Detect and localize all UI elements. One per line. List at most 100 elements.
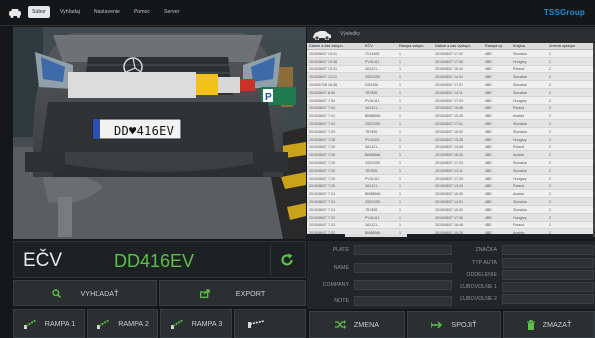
change-button[interactable]: ZMENA <box>309 311 405 338</box>
shuffle-icon <box>334 320 346 329</box>
table-row[interactable]: 2015/08/07 7:34 2S0S3S5 1 2015/08/07 17:01 4… <box>307 120 593 128</box>
table-cell: 2015/08/07 16:48 <box>435 106 463 111</box>
barrier-up-icon <box>170 318 184 329</box>
table-cell: Slovakia <box>513 75 527 80</box>
ramp-1-button[interactable]: RAMPA 1 <box>13 309 85 338</box>
plate-field-label: PLATE <box>332 247 349 253</box>
export-button[interactable]: EXPORT <box>159 280 306 306</box>
table-cell: 2 <box>549 67 551 72</box>
close-all-ramps-button[interactable] <box>234 309 306 338</box>
table-row[interactable]: 2015/08/07 7:23 3A1121... 1 2015/08/07 16:4… <box>307 222 593 230</box>
table-cell: 2015/08/07 7:23 <box>309 215 335 220</box>
table-row[interactable]: 2015/08/07 7:24 BM88566 1 2015/08/07 16:25 4… <box>307 190 593 199</box>
name-field-label: NAME <box>333 265 349 271</box>
menu-item-vyhladaj[interactable]: Vyhľadaj <box>56 6 84 18</box>
search-button[interactable]: VYHĽADAŤ <box>13 280 157 306</box>
change-button-label: ZMENA <box>353 320 380 329</box>
column-header[interactable]: EČV <box>363 43 397 49</box>
ecv-value: DD416EV <box>114 251 195 271</box>
table-cell: 1 <box>399 215 401 220</box>
table-row[interactable]: 2015/08/07 7:26 BM88566 1 2015/08/07 16:25 4… <box>307 151 593 160</box>
column-header[interactable]: Zmena výstupu <box>547 43 593 49</box>
table-cell: 1 <box>399 129 401 134</box>
table-cell: 2 <box>549 160 551 165</box>
name-field[interactable] <box>354 263 452 273</box>
car-type-field[interactable] <box>502 258 594 268</box>
table-cell: DD0336 <box>365 82 379 87</box>
table-row[interactable]: 2015/08/07 7:41 BM88566 1 2015/08/07 10:25 4… <box>307 112 593 121</box>
table-cell: 2S0S3S5 <box>365 199 381 204</box>
barrier-down-icon <box>248 320 265 328</box>
column-header[interactable]: Krajina <box>511 43 547 49</box>
table-cell: PV41411 <box>365 59 380 64</box>
parking-sign: P <box>265 92 272 103</box>
table-row[interactable]: 2015/08/07 7:25 PV41411 1 2015/08/07 17:29 4… <box>307 175 593 183</box>
ramp-2-button[interactable]: RAMPA 2 <box>87 309 158 338</box>
menu-item-pomoc[interactable]: Pomoc <box>130 6 154 18</box>
department-field[interactable] <box>502 270 594 280</box>
scrollbar-thumb[interactable] <box>345 234 407 237</box>
table-cell: 4BE <box>485 98 492 103</box>
table-row[interactable]: 2015/08/07 7:28 PV43401 1 2015/08/07 15:28 4… <box>307 135 593 144</box>
column-header[interactable]: Dátum a čas vstupu <box>307 43 363 49</box>
table-row[interactable]: 2015/08/07 7:24 2S0S3S5 1 2015/08/07 14:01 4… <box>307 198 593 206</box>
table-cell: 4BE <box>485 106 492 111</box>
table-row[interactable]: 2015/08/07 7:25 3A1121... 1 2015/08/07 13:4… <box>307 182 593 191</box>
plate-readout-panel: EČV DD416EV <box>13 241 306 278</box>
column-header[interactable]: Rampa vstupu <box>397 43 433 49</box>
table-cell: 4BE <box>485 90 492 95</box>
column-header[interactable]: Rampa vý. <box>483 43 511 49</box>
table-cell: 1 <box>399 67 401 72</box>
company-field[interactable] <box>354 280 452 290</box>
table-row[interactable]: 2015/08/07 7:25 7B7895 1 2015/08/07 14:11 4B… <box>307 166 593 175</box>
table-row[interactable]: 2015/08/07 8:06 7B7895 1 2015/08/07 14:11 4B… <box>307 88 593 97</box>
table-cell: 1 <box>399 168 401 173</box>
menu-item-nastavenie[interactable]: Nastavenie <box>90 6 124 18</box>
table-row[interactable]: 2015/08/07 13:38 PV41411 1 2015/08/07 17:06… <box>307 57 593 66</box>
table-cell: 2015/08/07 17:06 <box>435 215 463 220</box>
table-cell: 4BE <box>485 215 492 220</box>
ramp-3-button[interactable]: RAMPA 3 <box>160 309 232 338</box>
merge-arrow-icon <box>431 321 443 328</box>
table-cell: 2015/07/08 16:45 <box>309 82 337 87</box>
table-row[interactable]: 2015/08/07 7:26 3A1121... 1 2015/08/07 14:0… <box>307 144 593 152</box>
table-cell: 1 <box>399 145 401 150</box>
table-body: 2015/08/07 13:41 7V14465 1 2015/08/07 17:32… <box>307 50 593 237</box>
table-cell: 2 <box>549 137 551 142</box>
table-cell: 2015/08/07 14:31 <box>435 75 463 80</box>
table-cell: 2015/08/07 7:24 <box>309 199 335 204</box>
plate-field[interactable] <box>354 245 452 255</box>
table-row[interactable]: 2015/08/07 7:24 7B7895 1 2015/08/07 15:42 4B… <box>307 206 593 214</box>
horizontal-scrollbar[interactable] <box>307 234 593 237</box>
table-row[interactable]: 2015/08/07 13:31 3A1121... 1 2015/08/07 15:… <box>307 66 593 74</box>
table-row[interactable]: 2015/08/07 7:44 3A1121... 1 2015/08/07 16:4… <box>307 104 593 113</box>
custom-1-field[interactable] <box>502 282 594 292</box>
table-cell: 2015/08/07 7:41 <box>309 114 335 119</box>
refresh-button[interactable] <box>270 245 303 275</box>
table-cell: 2015/08/07 15:42 <box>435 207 463 212</box>
merge-button[interactable]: SPOJIŤ <box>407 311 501 338</box>
table-cell: 2015/08/07 16:25 <box>435 153 463 158</box>
table-row[interactable]: 2015/08/07 7:25 3S0S3S5 1 2015/08/07 17:04 4… <box>307 159 593 167</box>
table-row[interactable]: 2015/08/07 7:23 PV41411 1 2015/08/07 17:06 4… <box>307 213 593 222</box>
table-row[interactable]: 2015/08/07 7:53 PV41411 1 2015/08/07 17:29 4… <box>307 97 593 105</box>
table-cell: Slovakia <box>513 82 527 87</box>
brand-field[interactable] <box>502 245 594 255</box>
table-cell: PV41411 <box>365 176 380 181</box>
table-cell: 1 <box>399 98 401 103</box>
table-row[interactable]: 2015/07/08 16:45 DD0336 1 2015/08/07 17:07 4… <box>307 81 593 89</box>
table-cell: 2015/08/07 7:29 <box>309 129 335 134</box>
table-row[interactable]: 2015/08/07 13:21 3S0S3S5 1 2015/08/07 14:31… <box>307 73 593 82</box>
menu-item-server[interactable]: Server <box>160 6 183 18</box>
table-row[interactable]: 2015/08/07 13:41 7V14465 1 2015/08/07 17:32… <box>307 50 593 58</box>
custom-2-field[interactable] <box>502 294 594 304</box>
table-cell: Slovakia <box>513 121 527 126</box>
car-type-field-label: TYP AUTA <box>471 260 497 266</box>
table-cell: 2015/08/07 16:48 <box>435 223 463 228</box>
note-field[interactable] <box>354 296 452 306</box>
table-row[interactable]: 2015/08/07 7:29 7B7895 1 2015/08/07 16:02 4B… <box>307 128 593 136</box>
table-cell: 2 <box>549 114 551 119</box>
menu-item-subor[interactable]: Súbor <box>28 6 50 18</box>
column-header[interactable]: Dátum a čas výstupu <box>433 43 483 49</box>
delete-button[interactable]: ZMAZAŤ <box>503 311 595 338</box>
